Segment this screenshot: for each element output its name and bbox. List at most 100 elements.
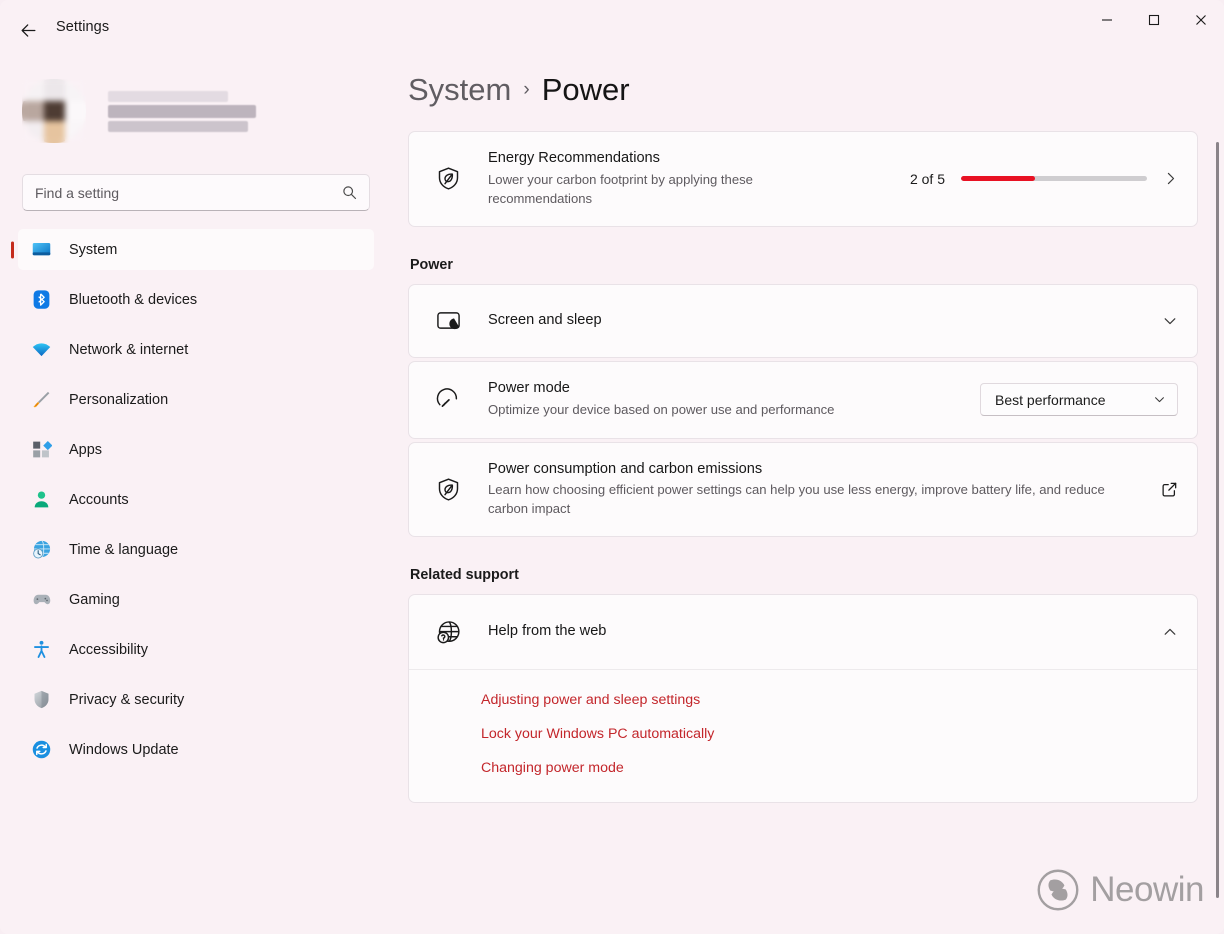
window-controls: [1083, 0, 1224, 40]
help-link[interactable]: Adjusting power and sleep settings: [481, 692, 700, 708]
sidebar-item-bluetooth-devices[interactable]: Bluetooth & devices: [18, 279, 374, 320]
back-button[interactable]: [10, 12, 46, 48]
bluetooth-icon: [30, 289, 52, 311]
card-title: Power consumption and carbon emissions: [488, 460, 763, 477]
minimize-button[interactable]: [1083, 0, 1130, 40]
sidebar-item-label: Time & language: [69, 541, 179, 558]
power-mode-dropdown[interactable]: Best performance: [980, 383, 1178, 417]
leaf-shield-icon: [428, 476, 468, 503]
sidebar-item-time-language[interactable]: Time & language: [18, 529, 374, 570]
sidebar-item-accounts[interactable]: Accounts: [18, 479, 374, 520]
shield-icon: [30, 689, 52, 711]
help-link[interactable]: Changing power mode: [481, 760, 624, 776]
sidebar-item-label: Accessibility: [69, 641, 148, 658]
power-mode-row[interactable]: Power mode Optimize your device based on…: [409, 362, 1197, 438]
sidebar-item-label: Network & internet: [69, 341, 189, 358]
minimize-icon: [1101, 19, 1112, 21]
search-input[interactable]: [35, 184, 342, 201]
section-header-related-support: Related support: [410, 567, 519, 584]
breadcrumb-separator: ›: [523, 79, 530, 100]
maximize-button[interactable]: [1130, 0, 1177, 40]
sidebar-item-label: Accounts: [69, 491, 129, 508]
sidebar-item-windows-update[interactable]: Windows Update: [18, 729, 374, 770]
sidebar-item-label: Windows Update: [69, 741, 179, 758]
account-header[interactable]: [0, 62, 392, 152]
sidebar-item-label: Bluetooth & devices: [69, 291, 198, 308]
search-icon: [343, 186, 357, 200]
monitor-moon-icon: [428, 307, 468, 334]
help-links-list: Adjusting power and sleep settings Lock …: [409, 669, 1197, 802]
help-from-web-text: Help from the web: [488, 622, 1146, 642]
screen-and-sleep-row[interactable]: Screen and sleep: [409, 285, 1197, 357]
sidebar-item-accessibility[interactable]: Accessibility: [18, 629, 374, 670]
sidebar-item-apps[interactable]: Apps: [18, 429, 374, 470]
avatar: [22, 79, 86, 143]
card-title: Power mode: [488, 380, 570, 397]
breadcrumb: System › Power: [408, 72, 1224, 108]
card-title: Help from the web: [488, 623, 607, 640]
maximize-icon: [1148, 14, 1159, 26]
search-box[interactable]: [22, 174, 370, 211]
sidebar-item-privacy-security[interactable]: Privacy & security: [18, 679, 374, 720]
energy-recommendations-row[interactable]: Energy Recommendations Lower your carbon…: [409, 132, 1197, 226]
card-description: Lower your carbon footprint by applying …: [488, 171, 753, 206]
chevron-up-icon: [1162, 624, 1178, 640]
gauge-icon: [428, 386, 468, 413]
screen-and-sleep-text: Screen and sleep: [488, 311, 1146, 331]
screen-and-sleep-card: Screen and sleep: [408, 283, 1198, 358]
sidebar-item-gaming[interactable]: Gaming: [18, 579, 374, 620]
power-mode-text: Power mode Optimize your device based on…: [488, 379, 964, 420]
monitor-icon: [30, 239, 52, 261]
settings-content: Energy Recommendations Lower your carbon…: [408, 131, 1224, 804]
sidebar-item-label: System: [69, 241, 118, 258]
sidebar-nav: System Bluetooth & devices Network & int…: [0, 229, 392, 770]
sidebar-item-label: Gaming: [69, 591, 120, 608]
energy-progress-fill: [961, 176, 1036, 182]
breadcrumb-parent[interactable]: System: [408, 72, 511, 108]
accessibility-icon: [30, 639, 52, 661]
help-link[interactable]: Lock your Windows PC automatically: [481, 726, 714, 742]
sidebar-item-label: Privacy & security: [69, 691, 185, 708]
update-sync-icon: [30, 739, 52, 761]
card-title: Screen and sleep: [488, 311, 602, 328]
scrollbar-thumb[interactable]: [1216, 142, 1219, 899]
settings-window: Settings Find a setting System Bluetooth…: [0, 0, 1224, 934]
energy-recommendations-card: Energy Recommendations Lower your carbon…: [408, 131, 1198, 227]
gamepad-icon: [30, 589, 52, 611]
screen-and-sleep-expander[interactable]: [1162, 313, 1178, 329]
apps-icon: [30, 439, 52, 461]
card-description: Learn how choosing efficient power setti…: [488, 482, 1105, 517]
chevron-down-icon: [1162, 313, 1178, 329]
title-bar: Settings: [0, 0, 1224, 62]
page-title: Power: [541, 72, 630, 107]
energy-progress-bar: [961, 176, 1147, 182]
power-mode-control: Best performance: [980, 383, 1178, 417]
sidebar-item-network-internet[interactable]: Network & internet: [18, 329, 374, 370]
chevron-right-icon[interactable]: [1163, 171, 1178, 186]
external-link-icon: [1161, 481, 1178, 498]
power-consumption-row[interactable]: Power consumption and carbon emissions L…: [409, 443, 1197, 537]
main-scrollbar[interactable]: [1214, 142, 1221, 930]
power-consumption-text: Power consumption and carbon emissions L…: [488, 460, 1145, 520]
sidebar-item-label: Personalization: [69, 391, 169, 408]
app-title: Settings: [56, 19, 110, 35]
wifi-icon: [30, 339, 52, 361]
close-button[interactable]: [1177, 0, 1224, 40]
close-icon: [1195, 15, 1206, 25]
help-from-web-card: Help from the web Adjusting power and sl…: [408, 594, 1198, 804]
power-consumption-link[interactable]: [1161, 481, 1178, 498]
help-from-web-header-row[interactable]: Help from the web: [409, 595, 1197, 669]
account-name-redacted: [108, 90, 256, 132]
card-title: Energy Recommendations: [488, 150, 660, 166]
help-from-web-collapse[interactable]: [1162, 624, 1178, 640]
card-description: Optimize your device based on power use …: [488, 402, 835, 417]
sidebar: System Bluetooth & devices: [0, 62, 392, 934]
energy-recommendations-text: Energy Recommendations Lower your carbon…: [488, 149, 894, 209]
sidebar-item-system[interactable]: System: [18, 229, 374, 270]
power-consumption-card: Power consumption and carbon emissions L…: [408, 441, 1198, 538]
power-mode-card: Power mode Optimize your device based on…: [408, 360, 1198, 439]
main-content: System › Power Energy Recommendations Lo…: [392, 62, 1224, 934]
back-arrow-icon: [21, 23, 35, 37]
sidebar-item-personalization[interactable]: Personalization: [18, 379, 374, 420]
sidebar-item-label: Apps: [69, 441, 103, 458]
